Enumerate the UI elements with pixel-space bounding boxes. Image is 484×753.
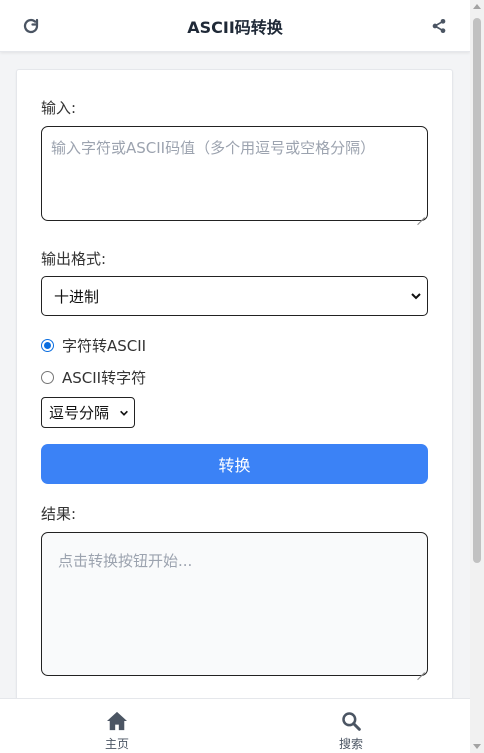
chevron-down-icon <box>120 410 128 416</box>
page-title: ASCII码转换 <box>187 17 283 37</box>
input-label: 输入: <box>41 99 77 117</box>
scrollbar-thumb[interactable] <box>473 18 481 563</box>
nav-label-home: 主页 <box>104 737 129 751</box>
nav-label-search: 搜索 <box>338 737 363 751</box>
result-placeholder: 点击转换按钮开始... <box>58 552 193 570</box>
radio-label: ASCII转字符 <box>62 369 147 387</box>
scrollbar[interactable] <box>470 0 484 753</box>
resize-grip-icon[interactable] <box>416 664 425 673</box>
convert-button[interactable]: 转换 <box>41 444 428 484</box>
radio-ascii-to-char[interactable]: ASCII转字符 <box>41 367 146 388</box>
radio-char-to-ascii[interactable]: 字符转ASCII <box>41 335 146 356</box>
separator-value: 逗号分隔 <box>49 404 110 422</box>
result-label: 结果: <box>41 505 77 523</box>
home-icon <box>107 711 127 731</box>
nav-item-home[interactable]: 主页 <box>87 711 147 752</box>
refresh-icon[interactable] <box>20 15 42 37</box>
radio-button[interactable] <box>41 371 54 384</box>
nav-item-search[interactable]: 搜索 <box>321 711 381 752</box>
output-format-value: 十进制 <box>54 287 100 306</box>
separator-select[interactable]: 逗号分隔 <box>41 397 135 428</box>
scroll-down-arrow-icon[interactable] <box>473 744 481 749</box>
share-icon[interactable] <box>428 15 450 37</box>
radio-button-checked[interactable] <box>41 339 54 352</box>
scroll-up-arrow-icon[interactable] <box>473 4 481 9</box>
app-header: ASCII码转换 <box>0 0 470 52</box>
search-icon <box>342 712 361 731</box>
resize-grip-icon[interactable] <box>416 209 425 218</box>
chevron-down-icon <box>411 293 421 300</box>
radio-label: 字符转ASCII <box>62 337 147 355</box>
input-textarea[interactable]: 输入字符或ASCII码值（多个用逗号或空格分隔） <box>41 126 428 221</box>
output-format-label: 输出格式: <box>41 250 107 268</box>
input-placeholder: 输入字符或ASCII码值（多个用逗号或空格分隔） <box>51 139 376 157</box>
result-textarea[interactable]: 点击转换按钮开始... <box>41 532 428 676</box>
bottom-nav: 主页 搜索 <box>0 698 470 753</box>
output-format-select[interactable]: 十进制 <box>41 276 428 316</box>
